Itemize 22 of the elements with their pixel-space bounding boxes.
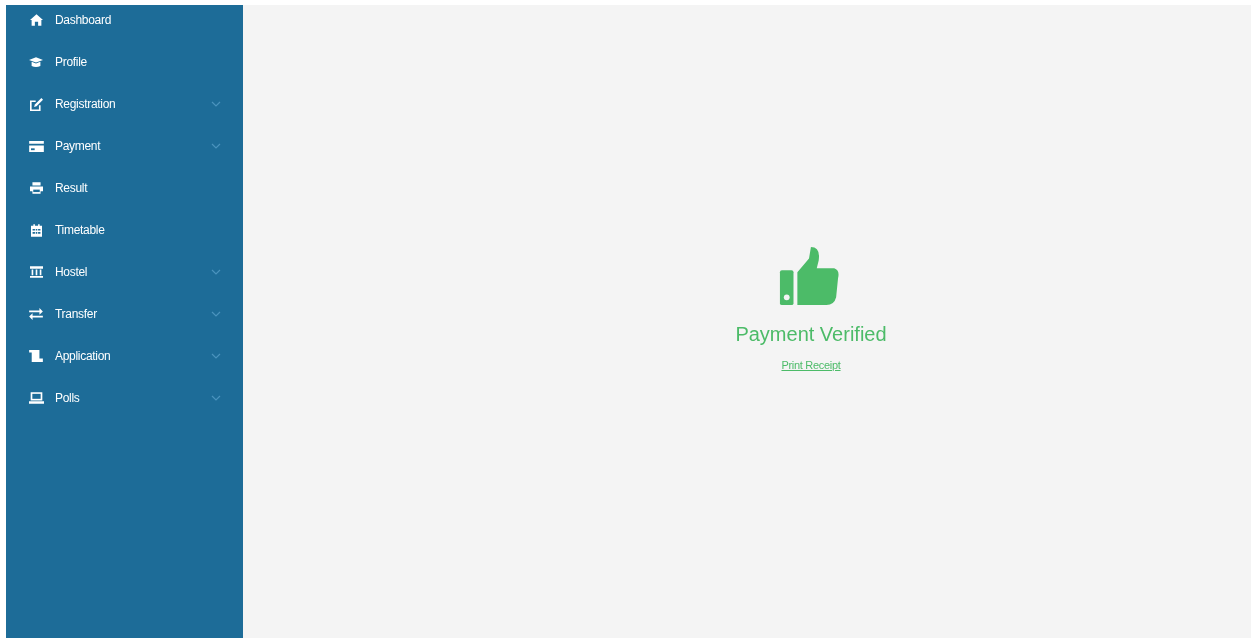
calendar-icon bbox=[30, 223, 42, 237]
house-icon bbox=[29, 14, 43, 26]
sidebar-item[interactable]: Profile bbox=[6, 41, 243, 83]
sidebar-item[interactable]: Transfer bbox=[6, 293, 243, 335]
sidebar-item[interactable]: Registration bbox=[6, 83, 243, 125]
sidebar-item[interactable]: Timetable bbox=[6, 209, 243, 251]
laptop-icon bbox=[28, 392, 44, 404]
scroll-icon bbox=[29, 350, 43, 362]
graduation-cap-icon bbox=[29, 56, 43, 68]
sidebar-item[interactable]: Polls bbox=[6, 377, 243, 419]
sidebar-item[interactable]: Result bbox=[6, 167, 243, 209]
sidebar-item[interactable]: Hostel bbox=[6, 251, 243, 293]
status-message: Payment Verified bbox=[735, 323, 887, 346]
edit-icon bbox=[29, 97, 43, 111]
sidebar-item[interactable]: Application bbox=[6, 335, 243, 377]
printer-icon bbox=[29, 182, 43, 194]
building-icon bbox=[29, 266, 43, 278]
credit-card-icon bbox=[28, 140, 44, 152]
sidebar-item[interactable]: Payment bbox=[6, 125, 243, 167]
thumbs-up-icon bbox=[778, 245, 840, 307]
exchange-icon bbox=[29, 308, 43, 320]
sidebar-item[interactable]: Dashboard bbox=[6, 0, 243, 41]
